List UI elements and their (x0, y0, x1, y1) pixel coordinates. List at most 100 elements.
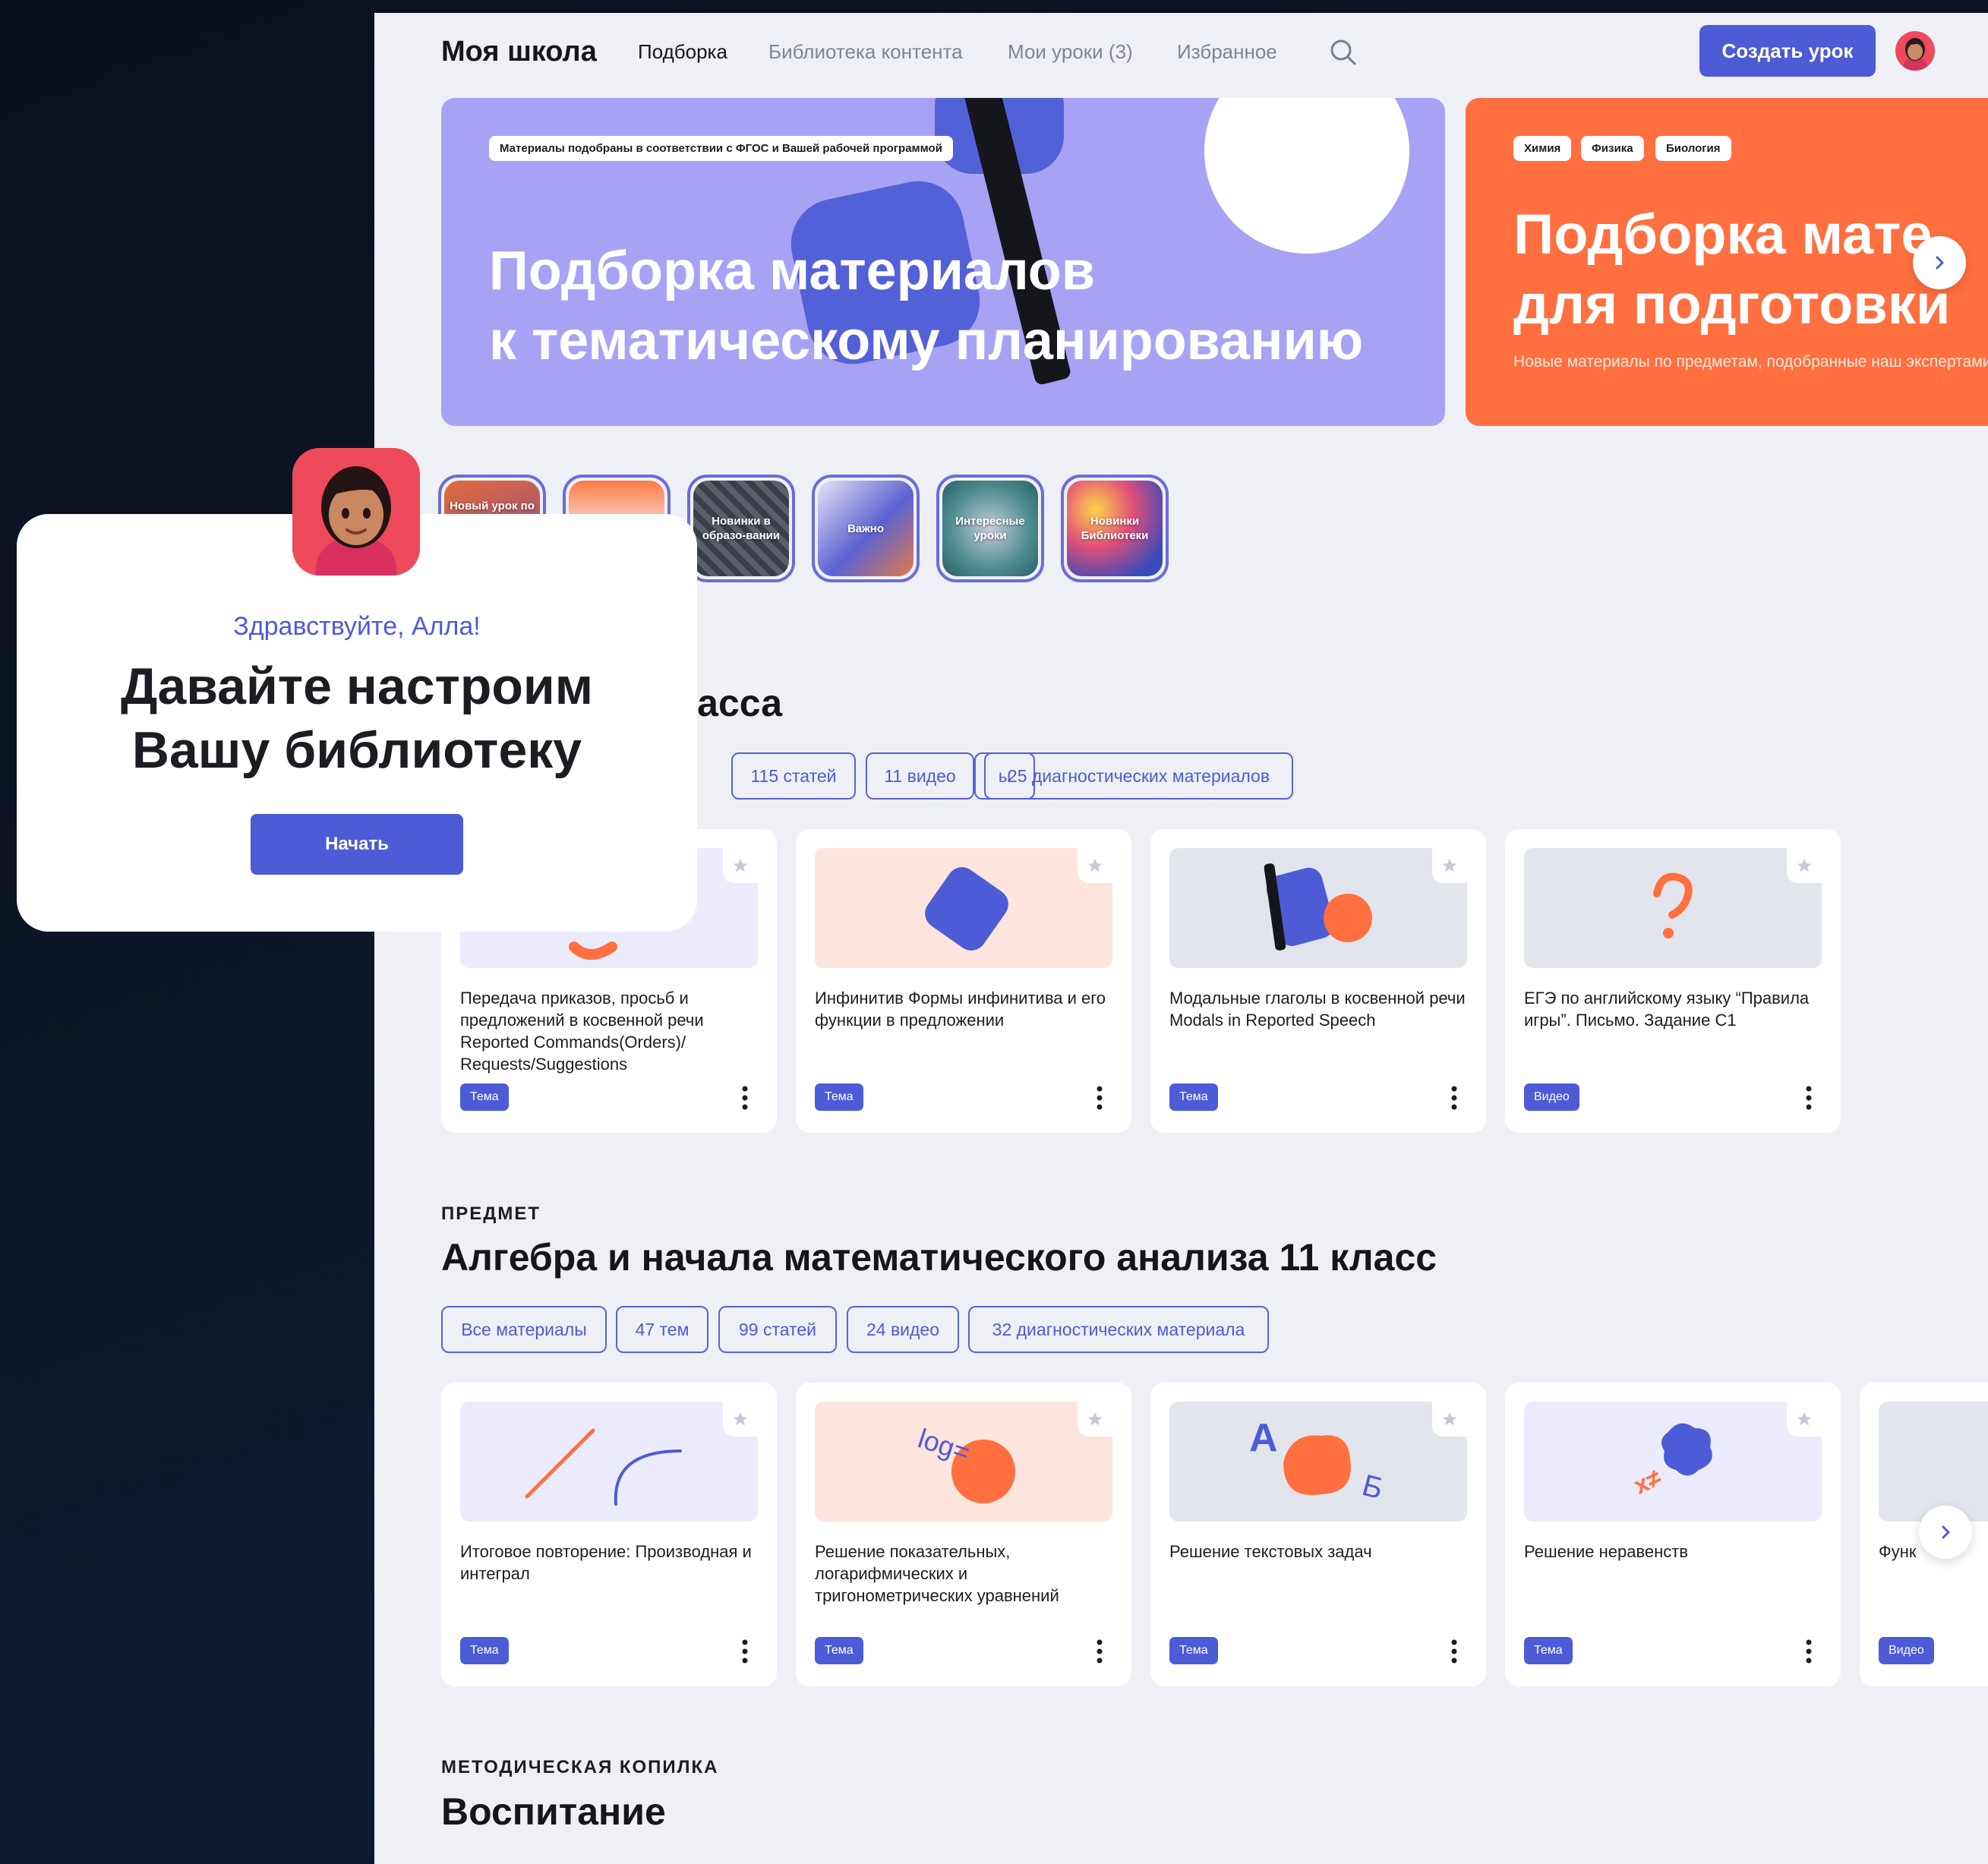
more-menu-icon[interactable] (1095, 1638, 1104, 1665)
nav-my-lessons[interactable]: Мои уроки (3) (1008, 40, 1133, 64)
favorite-star-icon[interactable] (723, 1402, 758, 1437)
assistant-avatar (292, 448, 420, 576)
favorite-star-icon[interactable] (1787, 1402, 1822, 1437)
card-type-badge: Тема (815, 1637, 863, 1664)
section3-tag: МЕТОДИЧЕСКАЯ КОПИЛКА (441, 1757, 719, 1777)
create-lesson-button[interactable]: Создать урок (1699, 25, 1876, 77)
card-thumbnail (1879, 1402, 1988, 1522)
popup-greeting: Здравствуйте, Алла! (233, 612, 481, 641)
banner-fgos-chip: Материалы подобраны в соответствии с ФГО… (489, 136, 953, 161)
chip-videos[interactable]: 24 видео (847, 1306, 959, 1353)
nav-favorites[interactable]: Избранное (1177, 40, 1277, 64)
card-type-badge: Тема (1524, 1637, 1573, 1664)
popup-title-line1: Давайте настроим (121, 658, 593, 715)
more-menu-icon[interactable] (740, 1084, 749, 1112)
card-type-badge: Тема (1169, 1083, 1218, 1111)
search-icon[interactable] (1328, 37, 1358, 68)
card-modal-verbs[interactable]: Модальные глаголы в косвенной речи Modal… (1150, 829, 1486, 1133)
card-infinitive[interactable]: Инфинитив Формы инфинитива и его функции… (796, 829, 1131, 1133)
card-title: ЕГЭ по английскому языку “Правила игры”.… (1524, 989, 1810, 1030)
banner2-subtitle: Новые материалы по предметам, подобранны… (1513, 353, 1988, 371)
chip-all-materials[interactable]: Все материалы (441, 1306, 607, 1353)
thumb-letter-b: Б (1358, 1468, 1387, 1506)
top-nav: Моя школа Подборка Библиотека контента М… (374, 13, 1988, 89)
favorite-star-icon[interactable] (1432, 1402, 1467, 1437)
more-menu-icon[interactable] (1804, 1638, 1813, 1665)
favorite-star-icon[interactable] (1078, 1402, 1112, 1437)
card-thumbnail (815, 848, 1112, 968)
story-label: Новинки Библиотеки (1081, 515, 1149, 542)
card-thumbnail: x≠ (1524, 1402, 1822, 1522)
section1-chip-diagnostics[interactable]: 25 диагностических материалов (984, 752, 1293, 800)
more-menu-icon[interactable] (1804, 1084, 1813, 1112)
banner-thematic-planning[interactable]: Материалы подобраны в соответствии с ФГО… (441, 98, 1445, 426)
card-title: Решение текстовых задач (1169, 1542, 1372, 1561)
card-equations[interactable]: log= Решение показательных, логарифмичес… (796, 1383, 1131, 1686)
app-logo[interactable]: Моя школа (441, 36, 597, 68)
nav-selection[interactable]: Подборка (638, 40, 727, 64)
card-type-badge: Видео (1879, 1637, 1934, 1664)
card-title: Передача приказов, просьб и предложений … (460, 989, 704, 1074)
card-title: Итоговое повторение: Производная и интег… (460, 1542, 752, 1583)
section2-tag: ПРЕДМЕТ (441, 1203, 541, 1224)
story-label: Новинки в образо-вании (702, 515, 781, 542)
user-avatar[interactable] (1895, 31, 1935, 71)
section2-title: Алгебра и начала математического анализа… (441, 1236, 1437, 1279)
card-thumbnail (1524, 848, 1822, 968)
section1-chip-videos[interactable]: 11 видео (866, 752, 974, 800)
chip-topics[interactable]: 47 тем (616, 1306, 708, 1353)
more-menu-icon[interactable] (1450, 1638, 1459, 1665)
algebra-next-button[interactable] (1919, 1506, 1972, 1559)
section3-title: Воспитание (441, 1790, 666, 1833)
favorite-star-icon[interactable] (1078, 848, 1112, 883)
banner2-title-line2: для подготовки (1513, 273, 1951, 336)
popup-title-line2: Вашу библиотеку (131, 721, 582, 779)
more-menu-icon[interactable] (1095, 1084, 1104, 1112)
card-title: Решение показательных, логарифмических и… (815, 1542, 1059, 1605)
card-thumbnail (460, 1402, 758, 1522)
story-education-news[interactable]: Новинки в образо-вании (687, 475, 795, 582)
story-interesting-lessons[interactable]: Интересные уроки (936, 475, 1044, 582)
chip-diagnostics[interactable]: 32 диагностических материала (968, 1306, 1269, 1353)
card-title: Модальные глаголы в косвенной речи Modal… (1169, 989, 1466, 1030)
card-title: Инфинитив Формы инфинитива и его функции… (815, 989, 1106, 1030)
card-title: Решение неравенств (1524, 1542, 1689, 1561)
favorite-star-icon[interactable] (1432, 848, 1467, 883)
section1-chip-articles[interactable]: 115 статей (731, 752, 856, 800)
card-ege-english[interactable]: ЕГЭ по английскому языку “Правила игры”.… (1505, 829, 1841, 1133)
favorite-star-icon[interactable] (1787, 848, 1822, 883)
chevron-right-icon (1942, 1525, 1950, 1539)
chip-biology: Биология (1655, 136, 1731, 161)
favorite-star-icon[interactable] (723, 848, 758, 883)
banner-exam-prep[interactable]: Химия Физика Биология Подборка мате для … (1466, 98, 1988, 426)
thumb-x-text: x≠ (1630, 1463, 1666, 1500)
chip-physics: Физика (1581, 136, 1644, 161)
card-type-badge: Тема (460, 1083, 509, 1111)
banner-next-button[interactable] (1913, 236, 1966, 289)
story-label: Важно (847, 522, 885, 535)
more-menu-icon[interactable] (740, 1638, 749, 1665)
story-label: Интересные уроки (955, 515, 1025, 542)
nav-library[interactable]: Библиотека контента (768, 40, 963, 64)
card-thumbnail (1169, 848, 1467, 968)
more-menu-icon[interactable] (1450, 1084, 1459, 1112)
chevron-right-icon (1936, 256, 1944, 270)
thumb-letter-a: A (1249, 1416, 1278, 1460)
chip-articles[interactable]: 99 статей (718, 1306, 837, 1353)
banner-title-line2: к тематическому планированию (489, 311, 1364, 371)
card-derivative-integral[interactable]: Итоговое повторение: Производная и интег… (441, 1383, 777, 1686)
card-type-badge: Видео (1524, 1083, 1579, 1111)
card-word-problems[interactable]: AБ Решение текстовых задач Тема (1150, 1383, 1486, 1686)
card-thumbnail: AБ (1169, 1402, 1467, 1522)
card-type-badge: Тема (815, 1083, 863, 1111)
app-window: Моя школа Подборка Библиотека контента М… (374, 13, 1988, 1864)
card-type-badge: Тема (1169, 1637, 1218, 1664)
thumb-log-text: log= (914, 1422, 973, 1468)
story-important[interactable]: Важно (812, 475, 920, 582)
chip-chemistry: Химия (1513, 136, 1572, 161)
banner2-title-line1: Подборка мате (1513, 203, 1933, 266)
card-inequalities[interactable]: x≠ Решение неравенств Тема (1505, 1383, 1841, 1686)
start-button[interactable]: Начать (251, 814, 463, 875)
card-thumbnail: log= (815, 1402, 1112, 1522)
story-library-news[interactable]: Новинки Библиотеки (1061, 475, 1169, 582)
